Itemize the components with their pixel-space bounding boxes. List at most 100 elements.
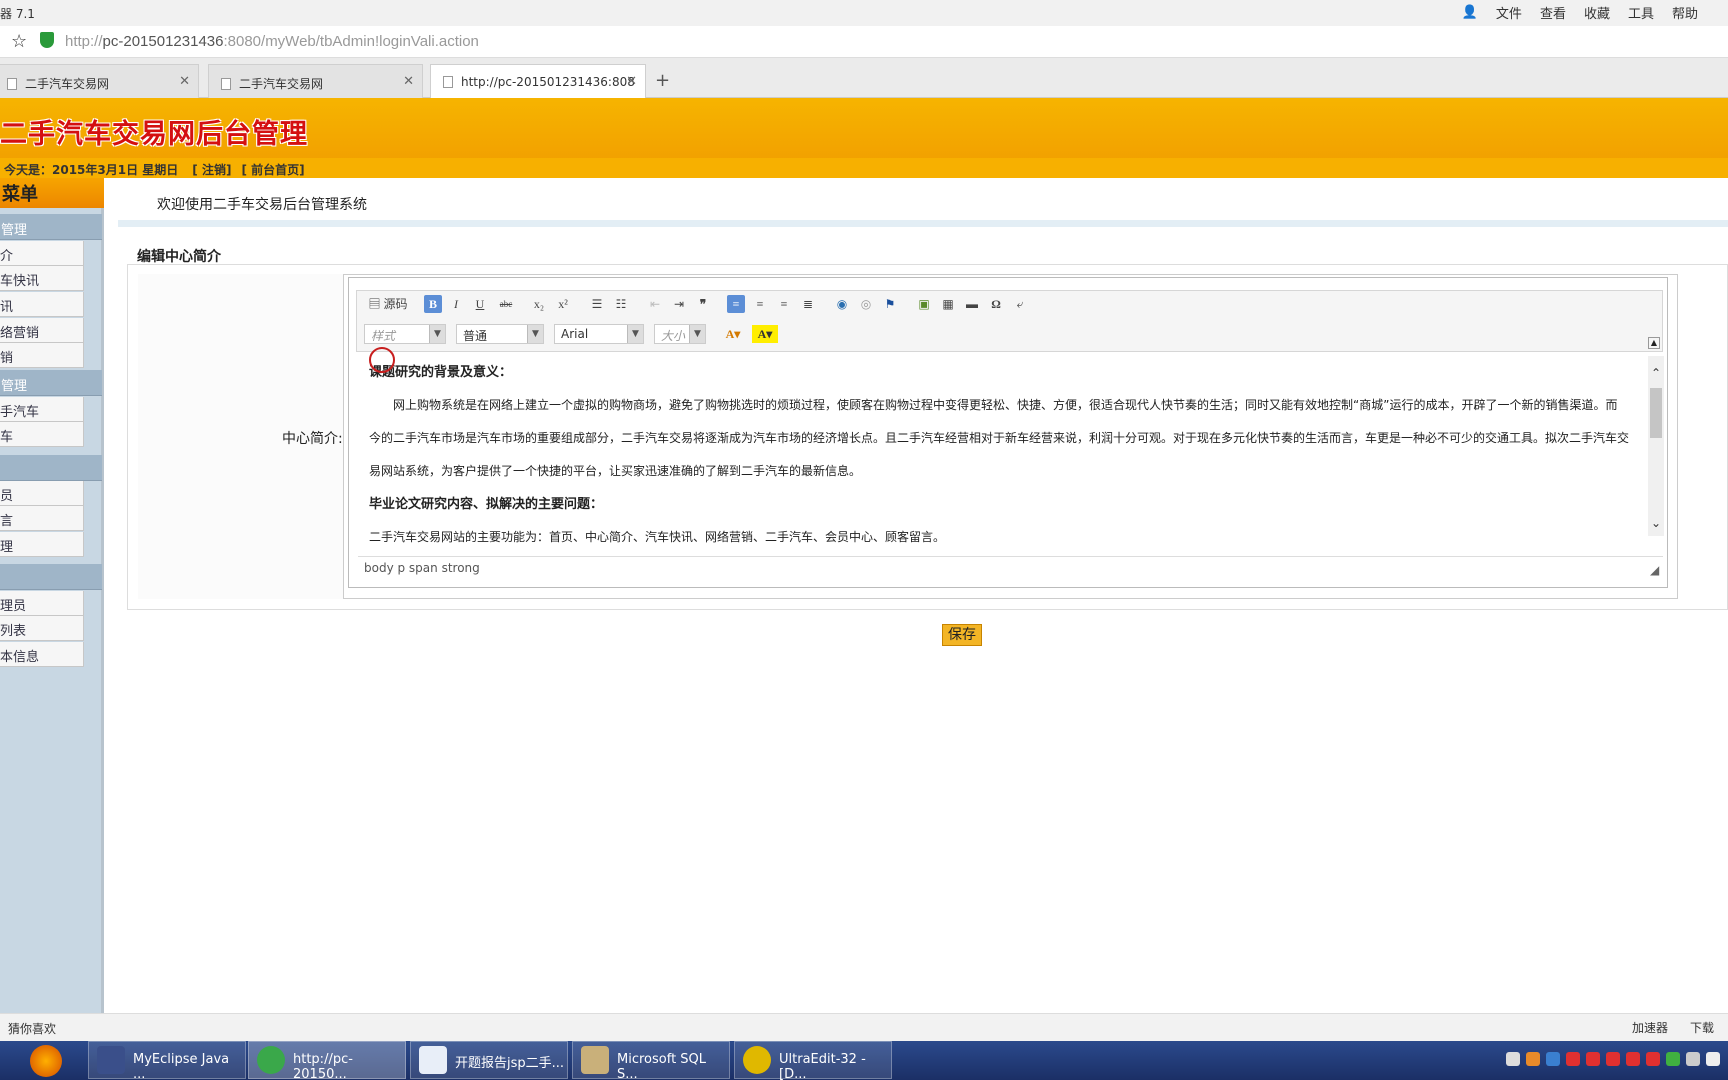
page-break-icon[interactable]: ⤶ [1011,295,1029,313]
tray-icon[interactable] [1606,1052,1620,1066]
sidebar-item[interactable]: 本信息 [0,642,84,667]
browser-icon [257,1046,285,1074]
format-select[interactable]: 普通 ▼ [456,324,544,344]
justify-icon[interactable]: ≣ [799,295,817,313]
close-tab-icon[interactable]: ✕ [403,74,414,89]
outdent-icon[interactable]: ⇤ [646,295,664,313]
editor-content[interactable]: 课题研究的背景及意义： 网上购物系统是在网络上建立一个虚拟的购物商场，避免了购物… [357,356,1647,551]
menu-tools[interactable]: 工具 [1628,3,1654,22]
numbered-list-icon[interactable]: ☰ [588,295,606,313]
logout-link[interactable]: [ 注销] [192,163,231,177]
scroll-up-icon[interactable]: ⌃ [1651,366,1661,380]
accelerator-button[interactable]: 加速器 [1632,1019,1668,1036]
date-line: 今天是：2015年3月1日 星期日[ 注销][ 前台首页] [4,163,305,177]
menu-view[interactable]: 查看 [1540,3,1566,22]
sidebar-item[interactable]: 销 [0,343,84,368]
sidebar-item[interactable]: 手汽车 [0,397,84,422]
tray-icon[interactable] [1586,1052,1600,1066]
tray-icon[interactable] [1666,1052,1680,1066]
resize-handle-icon[interactable]: ◢ [1650,563,1659,577]
align-left-icon[interactable]: ≡ [727,295,745,313]
menu-help[interactable]: 帮助 [1672,3,1698,22]
home-link[interactable]: [ 前台首页] [241,163,304,177]
sidebar-item[interactable]: 介 [0,241,84,266]
align-center-icon[interactable]: ≡ [751,295,769,313]
font-select[interactable]: Arial ▼ [554,324,644,344]
collapse-toolbar-icon[interactable]: ▲ [1648,337,1660,349]
sidebar-group[interactable]: 管理 [0,370,102,396]
sidebar-group[interactable] [0,564,102,590]
tab-1[interactable]: 二手汽车交易网 ✕ [0,64,199,98]
subscript-button[interactable]: x₂ [530,295,548,313]
sidebar-item[interactable]: 列表 [0,616,84,641]
italic-button[interactable]: I [448,295,464,313]
bullet-list-icon[interactable]: ☷ [612,295,630,313]
sidebar-item[interactable]: 车 [0,422,84,447]
volume-icon[interactable] [1706,1052,1720,1066]
tray-icon[interactable] [1646,1052,1660,1066]
editor-scrollbar[interactable]: ⌃ ⌄ [1648,356,1664,536]
indent-icon[interactable]: ⇥ [670,295,688,313]
tray-icon[interactable] [1686,1052,1700,1066]
new-tab-button[interactable]: + [655,70,670,91]
scrollbar-thumb[interactable] [1650,388,1662,438]
bold-button[interactable]: B [424,295,442,313]
tab-2[interactable]: 二手汽车交易网 ✕ [208,64,423,98]
taskbar-myeclipse[interactable]: MyEclipse Java ... [88,1041,246,1080]
sidebar-item[interactable]: 理员 [0,591,84,616]
taskbar-sqlserver[interactable]: Microsoft SQL S... [572,1041,730,1080]
close-tab-icon[interactable]: ✕ [179,74,190,89]
menu-favorites[interactable]: 收藏 [1584,3,1610,22]
align-right-icon[interactable]: ≡ [775,295,793,313]
sidebar-group[interactable] [0,455,102,481]
browser-status-bar: 猜你喜欢 加速器 下载 [0,1013,1728,1041]
tray-icon[interactable] [1546,1052,1560,1066]
sidebar-item[interactable]: 车快讯 [0,266,84,291]
menu-file[interactable]: 文件 [1496,3,1522,22]
sidebar-item[interactable]: 言 [0,506,84,531]
blockquote-icon[interactable]: ❞ [694,295,712,313]
sidebar-item[interactable]: 员 [0,481,84,506]
style-select[interactable]: 样式 ▼ [364,324,446,344]
document-icon [7,78,17,90]
underline-button[interactable]: U [472,295,488,313]
sidebar-item[interactable]: 理 [0,532,84,557]
taskbar-word[interactable]: 开题报告jsp二手... [410,1041,568,1079]
image-icon[interactable]: ▣ [915,295,933,313]
content-paragraph: 今的二手汽车市场是汽车市场的重要组成部分，二手汽车交易将逐渐成为汽车市场的经济增… [369,431,1630,445]
recommend-link[interactable]: 猜你喜欢 [8,1020,56,1037]
tray-icon[interactable] [1526,1052,1540,1066]
table-icon[interactable]: ▦ [939,295,957,313]
scroll-down-icon[interactable]: ⌄ [1651,516,1661,530]
tray-icon[interactable] [1626,1052,1640,1066]
text-color-icon[interactable]: A▾ [720,325,746,343]
firefox-icon[interactable] [30,1045,62,1077]
close-tab-icon[interactable]: ✕ [626,74,637,89]
taskbar-ultraedit[interactable]: UltraEdit-32 - [D... [734,1041,892,1080]
sidebar-item[interactable]: 络营销 [0,318,84,343]
strike-button[interactable]: abc [496,295,516,313]
chevron-down-icon: ▼ [689,325,705,343]
special-char-icon[interactable]: Ω [987,295,1005,313]
sidebar-item[interactable]: 讯 [0,292,84,317]
download-button[interactable]: 下载 [1690,1019,1714,1036]
chevron-down-icon: ▼ [627,325,643,343]
link-icon[interactable]: ◉ [833,295,851,313]
star-icon[interactable]: ☆ [11,31,27,52]
url-input[interactable]: http://pc-201501231436:8080/myWeb/tbAdmi… [65,33,479,50]
taskbar-browser[interactable]: http://pc-20150... [248,1041,406,1080]
background-color-icon[interactable]: A▾ [752,325,778,343]
anchor-flag-icon[interactable]: ⚑ [881,295,899,313]
size-select[interactable]: 大小 ▼ [654,324,706,344]
sidebar-group[interactable]: 管理 [0,214,102,240]
superscript-button[interactable]: x² [554,295,572,313]
tray-icon[interactable] [1506,1052,1520,1066]
chevron-down-icon: ▼ [429,325,445,343]
save-button[interactable]: 保存 [942,624,982,646]
tray-icon[interactable] [1566,1052,1580,1066]
unlink-icon[interactable]: ◎ [857,295,875,313]
source-button[interactable]: ▤ 源码 [366,295,410,313]
horizontal-rule-icon[interactable]: ▬ [963,295,981,313]
user-icon[interactable]: 👤 [1462,5,1478,20]
tab-3[interactable]: http://pc-201501231436:808 ✕ [430,64,646,99]
